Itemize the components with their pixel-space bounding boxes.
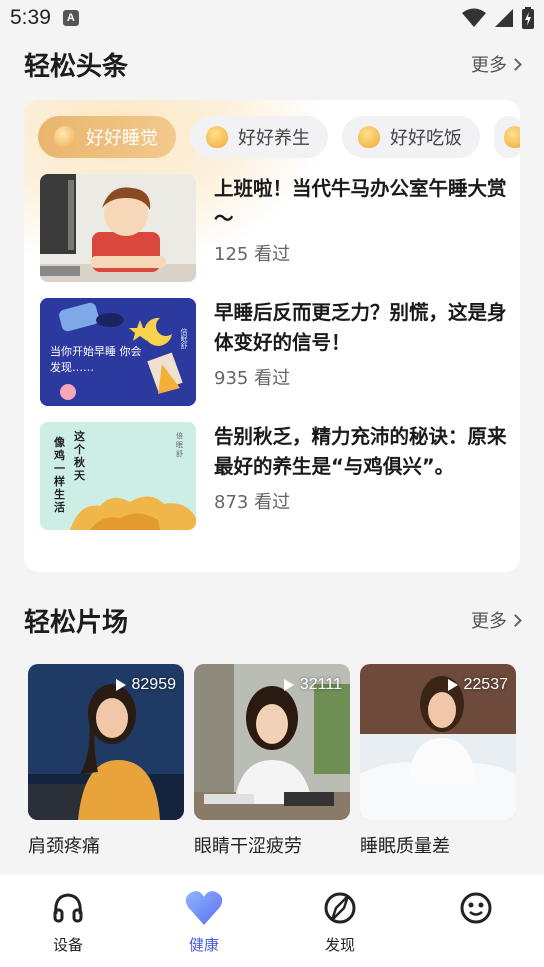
article-item[interactable]: 倍眠舒 当你开始早睡 你会发现…… 早睡后反而更乏力？别慌，这是身体变好的信号！… [40, 298, 510, 406]
article-views: 125 看过 [214, 244, 291, 265]
video-thumbnail: 82959 [28, 664, 184, 820]
status-time: 5:39 [10, 6, 51, 29]
thumb-caption: 像鸡一样生活 [54, 436, 65, 514]
article-views: 935 看过 [214, 368, 291, 389]
bottom-nav: 设备 健康 发现 [0, 874, 544, 967]
videos-more-label: 更多 [471, 611, 507, 632]
play-icon [447, 679, 458, 691]
article-title: 告别秋乏，精力充沛的秘诀：原来最好的养生是“与鸡俱兴”。 [214, 425, 507, 478]
lightbulb-icon [358, 126, 380, 148]
video-list: 82959 肩颈疼痛 32111 眼睛干涩疲劳 22537 睡眠质量差 [28, 664, 516, 858]
lightbulb-icon [206, 126, 228, 148]
nav-item-device[interactable]: 设备 [0, 888, 136, 967]
article-item[interactable]: 上班啦！当代牛马办公室午睡大赏～ 125 看过 [40, 174, 510, 282]
video-title: 睡眠质量差 [360, 836, 450, 857]
nav-label: 发现 [324, 936, 355, 954]
headlines-more-button[interactable]: 更多 [471, 51, 522, 77]
play-count: 82959 [115, 676, 177, 694]
video-card[interactable]: 22537 睡眠质量差 [360, 664, 516, 858]
thumb-brand-text: 倍眠舒 [176, 432, 183, 458]
status-icons [462, 7, 534, 29]
video-card[interactable]: 82959 肩颈疼痛 [28, 664, 184, 858]
video-card[interactable]: 32111 眼睛干涩疲劳 [194, 664, 350, 858]
battery-icon [522, 7, 534, 29]
videos-title: 轻松片场 [24, 607, 129, 638]
article-title: 早睡后反而更乏力？别慌，这是身体变好的信号！ [214, 301, 507, 354]
chevron-right-icon [509, 613, 522, 627]
nav-item-profile[interactable] [408, 888, 544, 967]
play-count: 32111 [283, 676, 342, 694]
thumb-caption: 当你开始早睡 你会发现…… [50, 345, 142, 374]
video-thumbnail: 22537 [360, 664, 516, 820]
smiley-icon [456, 888, 496, 928]
nav-label: 健康 [188, 936, 219, 954]
tab-eating[interactable]: 好好吃饭 [342, 116, 480, 158]
tab-label: 好好睡觉 [86, 128, 158, 149]
article-item[interactable]: 这个秋天 像鸡一样生活 倍眠舒 告别秋乏，精力充沛的秘诀：原来最好的养生是“与鸡… [40, 422, 510, 530]
videos-header: 轻松片场 更多 [24, 600, 522, 640]
play-count-value: 32111 [299, 676, 342, 693]
nav-item-discover[interactable]: 发现 [272, 888, 408, 967]
tab-more[interactable] [494, 116, 520, 158]
headlines-title: 轻松头条 [24, 51, 129, 82]
article-thumbnail [40, 174, 196, 282]
nav-label: 设备 [52, 936, 83, 954]
notification-icon: A [62, 10, 79, 26]
wifi-icon [462, 8, 486, 27]
headlines-header: 轻松头条 更多 [24, 44, 522, 84]
heart-icon [184, 888, 224, 928]
tab-sleep[interactable]: 好好睡觉 [38, 116, 176, 158]
article-views: 873 看过 [214, 492, 291, 513]
tab-health[interactable]: 好好养生 [190, 116, 328, 158]
tab-label: 好好养生 [238, 128, 310, 149]
headlines-card: 好好睡觉 好好养生 好好吃饭 上班啦！当代牛马办公室午睡大赏～ 125 看过 倍… [24, 100, 520, 572]
lightbulb-icon [504, 126, 520, 148]
nav-item-health[interactable]: 健康 [136, 888, 272, 967]
headlines-more-label: 更多 [471, 55, 507, 76]
play-icon [283, 679, 294, 691]
play-icon [115, 679, 126, 691]
play-count-value: 22537 [463, 676, 509, 693]
tab-label: 好好吃饭 [390, 128, 462, 149]
video-title: 肩颈疼痛 [28, 836, 100, 857]
article-title: 上班啦！当代牛马办公室午睡大赏～ [214, 177, 507, 230]
chevron-right-icon [509, 57, 522, 71]
article-thumbnail: 这个秋天 像鸡一样生活 倍眠舒 [40, 422, 196, 530]
video-title: 眼睛干涩疲劳 [194, 836, 302, 857]
videos-more-button[interactable]: 更多 [471, 607, 522, 633]
video-thumbnail: 32111 [194, 664, 350, 820]
play-count: 22537 [447, 676, 509, 694]
signal-icon [495, 9, 513, 27]
play-count-value: 82959 [131, 676, 177, 693]
thumb-caption: 这个秋天 [74, 430, 85, 482]
article-thumbnail: 倍眠舒 当你开始早睡 你会发现…… [40, 298, 196, 406]
headphones-icon [48, 888, 88, 928]
lightbulb-icon [54, 126, 76, 148]
status-bar: 5:39 A [0, 0, 544, 36]
compass-icon [320, 888, 360, 928]
headline-tabs: 好好睡觉 好好养生 好好吃饭 [38, 116, 520, 158]
thumb-brand-text: 倍眠舒 [180, 327, 188, 349]
